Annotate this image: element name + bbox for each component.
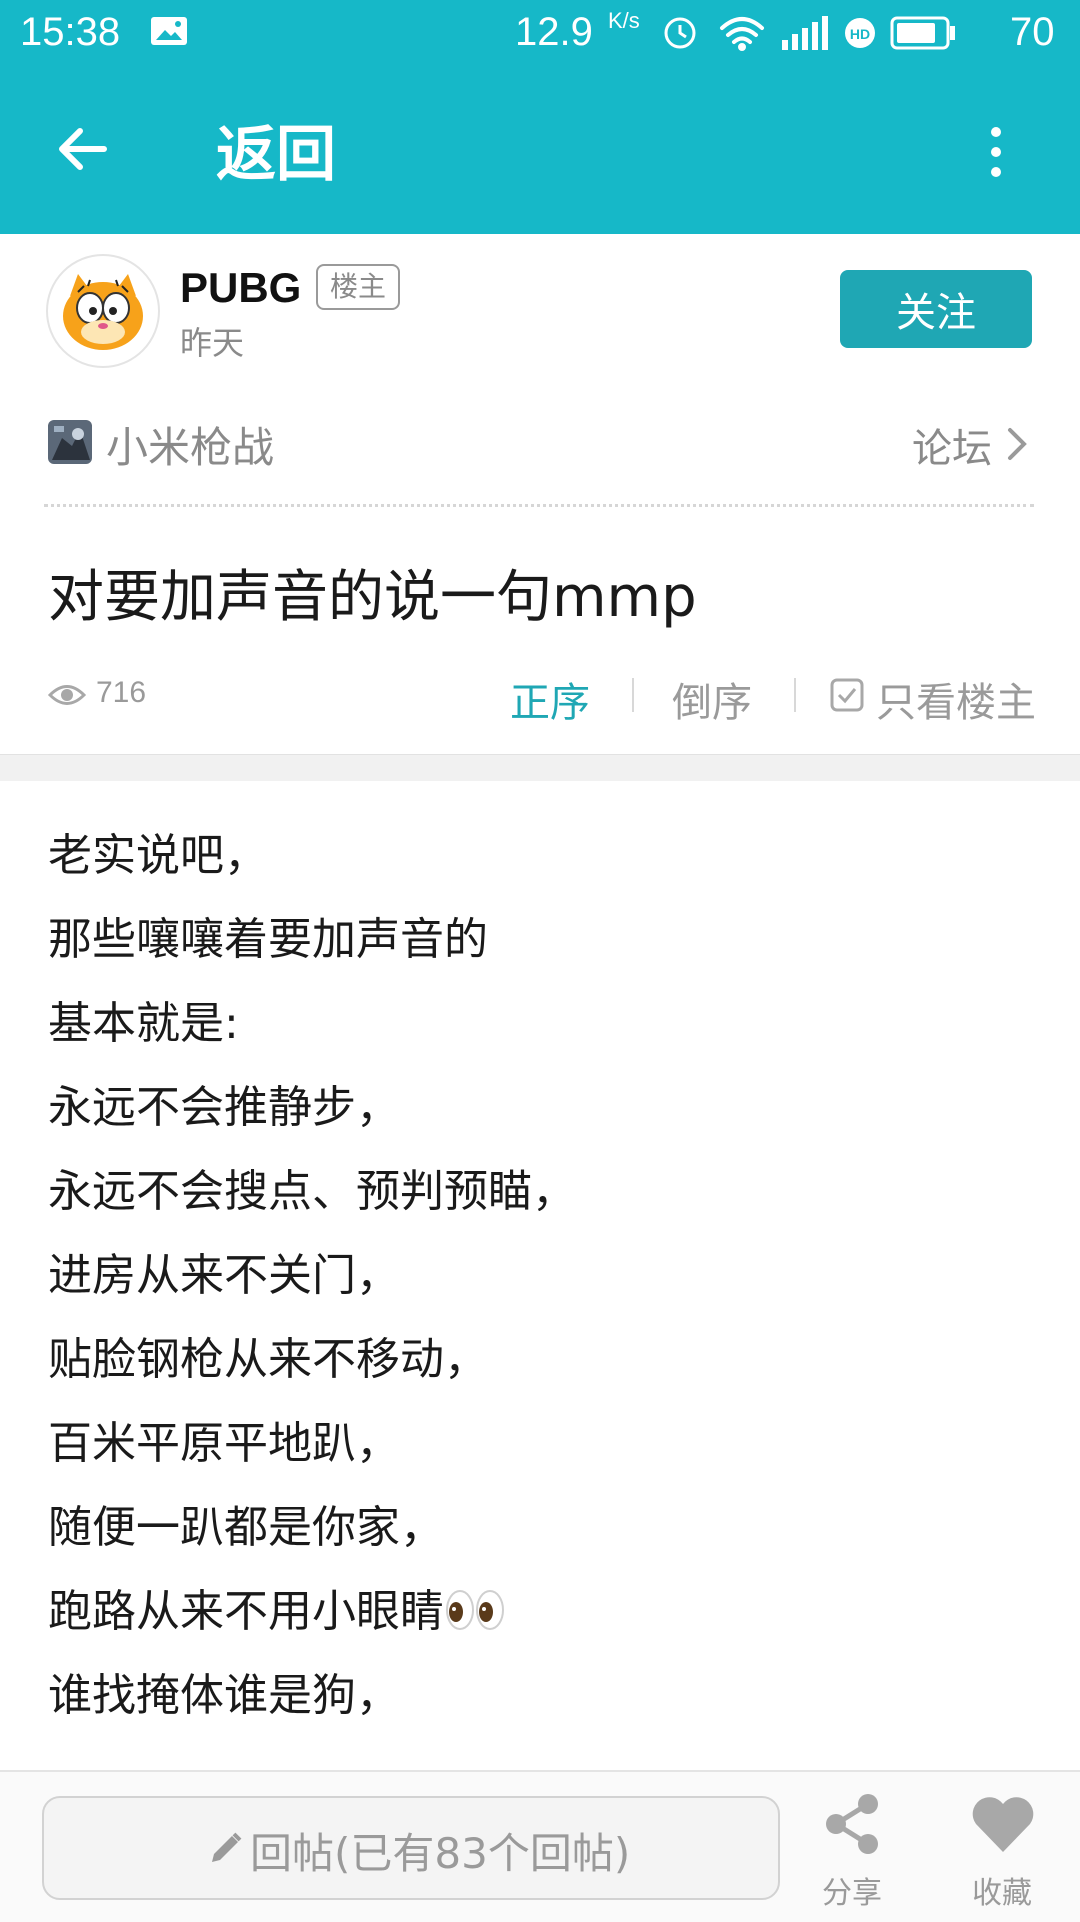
status-speed-unit: K/s <box>608 8 640 33</box>
content-line: 基本就是: <box>48 998 239 1049</box>
post-time: 昨天 <box>180 324 245 362</box>
op-badge: 楼主 <box>316 264 401 310</box>
reply-placeholder: 回帖(已有83个回帖) <box>250 1829 631 1878</box>
avatar[interactable] <box>46 254 160 368</box>
alarm-icon <box>664 17 696 49</box>
wifi-icon <box>720 17 764 51</box>
back-title[interactable]: 返回 <box>216 106 336 193</box>
separator <box>632 678 634 712</box>
content-line-text: 跑路从来不用小眼睛 <box>48 1586 444 1637</box>
content-line: 贴脸钢枪从来不移动， <box>48 1334 488 1385</box>
reply-input[interactable]: 回帖(已有83个回帖) <box>42 1796 780 1900</box>
image-icon <box>151 17 187 45</box>
separator <box>794 678 796 712</box>
sort-descending-tab[interactable]: 倒序 <box>672 670 752 728</box>
checkbox-icon[interactable] <box>830 678 864 712</box>
arrow-left-icon[interactable] <box>52 119 112 179</box>
content-line-with-emoji: 跑路从来不用小眼睛 <box>48 1582 1038 1666</box>
section-divider <box>0 754 1080 781</box>
status-bar: 15:38 12.9 K/s HD 70 <box>0 0 1080 64</box>
share-label[interactable]: 分享 <box>822 1868 882 1912</box>
4g-signal-icon <box>782 16 828 50</box>
hd-icon: HD <box>845 18 875 48</box>
follow-button[interactable]: 关注 <box>840 270 1032 348</box>
content-line: 随便一趴都是你家， <box>48 1502 444 1553</box>
status-speed: 12.9 <box>515 10 593 54</box>
chevron-right-icon[interactable] <box>1006 426 1028 462</box>
bottom-bar: 回帖(已有83个回帖) 分享 收藏 <box>0 1770 1080 1922</box>
content-line: 永远不会搜点、预判预瞄， <box>48 1166 576 1217</box>
post-title: 对要加声音的说一句mmp <box>48 565 697 630</box>
garfield-avatar-icon <box>50 258 156 364</box>
content-line: 百米平原平地趴， <box>48 1418 400 1469</box>
svg-text:HD: HD <box>850 26 870 42</box>
share-icon[interactable] <box>822 1792 882 1856</box>
battery-icon <box>890 16 955 50</box>
post-content: 老实说吧， 那些嚷嚷着要加声音的 基本就是: 永远不会推静步， 永远不会搜点、预… <box>48 826 1038 1750</box>
forum-name[interactable]: 小米枪战 <box>106 414 274 475</box>
author-name[interactable]: PUBG <box>180 264 301 312</box>
content-line: 永远不会推静步， <box>48 1082 400 1133</box>
heart-icon[interactable] <box>970 1794 1036 1854</box>
content-line: 老实说吧， <box>48 830 268 881</box>
forum-link[interactable]: 论坛 <box>912 416 992 474</box>
eye-icon <box>48 685 86 705</box>
content-line: 进房从来不关门， <box>48 1250 400 1301</box>
forum-avatar-icon[interactable] <box>48 420 92 464</box>
eyes-emoji-icon <box>446 1590 504 1630</box>
status-time: 15:38 <box>20 10 121 54</box>
sort-ascending-tab[interactable]: 正序 <box>510 670 590 728</box>
pencil-icon <box>212 1832 242 1862</box>
app-bar: 返回 <box>0 64 1080 234</box>
content-line: 那些嚷嚷着要加声音的 <box>48 914 488 965</box>
only-op-toggle[interactable]: 只看楼主 <box>876 670 1036 728</box>
battery-level: 70 <box>1010 10 1055 54</box>
status-icons: HD <box>664 16 955 51</box>
view-count: 716 <box>96 676 147 709</box>
more-vertical-icon[interactable] <box>984 122 1008 182</box>
divider <box>44 504 1034 507</box>
content-line: 谁找掩体谁是狗， <box>48 1670 400 1721</box>
favorite-label[interactable]: 收藏 <box>972 1868 1032 1912</box>
